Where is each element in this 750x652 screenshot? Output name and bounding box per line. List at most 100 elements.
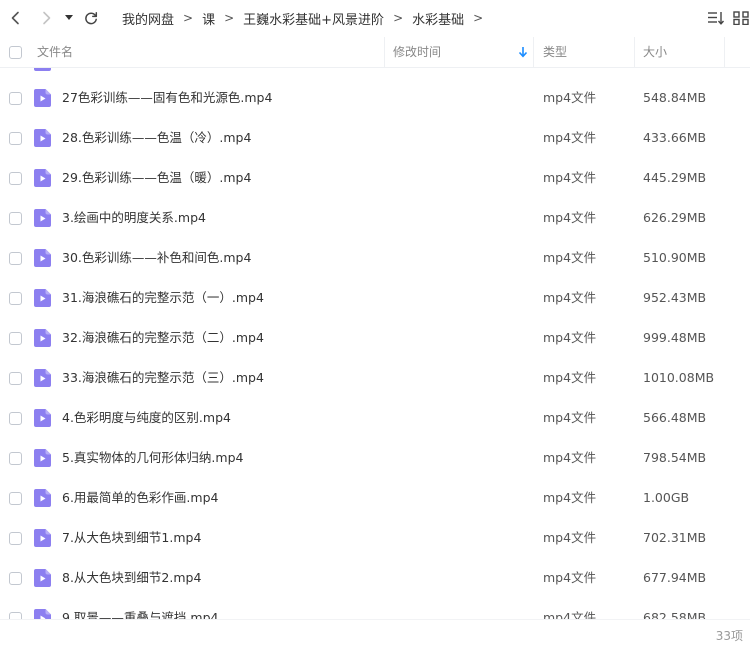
column-header-size[interactable]: 大小 [643, 37, 667, 67]
breadcrumb-separator: > [473, 11, 484, 25]
breadcrumb-item-root[interactable]: 我的网盘 [122, 9, 174, 28]
row-checkbox[interactable] [9, 492, 22, 505]
column-header-name[interactable]: 文件名 [37, 37, 73, 67]
file-type: mp4文件 [543, 130, 597, 145]
status-bar: 33项 [0, 619, 750, 650]
file-size: 548.84MB [643, 90, 707, 105]
table-row[interactable]: 9.取景——重叠与遮挡.mp4 mp4文件 682.58MB [0, 598, 750, 619]
file-name: 3.绘画中的明度关系.mp4 [62, 210, 206, 225]
file-size: 1.00GB [643, 490, 690, 505]
refresh-button[interactable] [80, 7, 102, 29]
table-row[interactable]: 28.色彩训练——色温（冷）.mp4 mp4文件 433.66MB [0, 118, 750, 158]
table-row[interactable]: 31.海浪礁石的完整示范（一）.mp4 mp4文件 952.43MB [0, 278, 750, 318]
video-file-icon [34, 529, 51, 547]
file-name: 28.色彩训练——色温（冷）.mp4 [62, 130, 252, 145]
file-type: mp4文件 [543, 410, 597, 425]
table-row[interactable]: 27色彩训练——固有色和光源色.mp4 mp4文件 548.84MB [0, 78, 750, 118]
grid-view-icon [733, 11, 749, 25]
chevron-left-icon [11, 11, 19, 25]
row-checkbox[interactable] [9, 292, 22, 305]
select-all-checkbox[interactable] [9, 46, 22, 59]
file-type: mp4文件 [543, 610, 597, 619]
column-divider[interactable] [634, 37, 635, 67]
table-row[interactable]: 30.色彩训练——补色和间色.mp4 mp4文件 510.90MB [0, 238, 750, 278]
sort-descending-icon[interactable] [517, 46, 529, 58]
row-checkbox[interactable] [9, 92, 22, 105]
file-type: mp4文件 [543, 290, 597, 305]
forward-button[interactable] [35, 7, 57, 29]
table-row[interactable]: 5.真实物体的几何形体归纳.mp4 mp4文件 798.54MB [0, 438, 750, 478]
file-name: 30.色彩训练——补色和间色.mp4 [62, 250, 252, 265]
video-file-icon [34, 169, 51, 187]
grid-view-button[interactable] [733, 8, 750, 28]
file-type: mp4文件 [543, 90, 597, 105]
file-name: 7.从大色块到细节1.mp4 [62, 530, 202, 545]
sort-toggle-button[interactable] [706, 8, 726, 28]
file-name: 4.色彩明度与纯度的区别.mp4 [62, 410, 231, 425]
file-name: 32.海浪礁石的完整示范（二）.mp4 [62, 330, 264, 345]
row-checkbox[interactable] [9, 132, 22, 145]
table-row[interactable]: 6.用最简单的色彩作画.mp4 mp4文件 1.00GB [0, 478, 750, 518]
history-dropdown-button[interactable] [59, 7, 79, 29]
video-file-icon [34, 609, 51, 619]
file-name: 6.用最简单的色彩作画.mp4 [62, 490, 219, 505]
row-checkbox[interactable] [9, 612, 22, 619]
file-type: mp4文件 [543, 530, 597, 545]
table-row[interactable]: 7.从大色块到细节1.mp4 mp4文件 702.31MB [0, 518, 750, 558]
video-file-icon [34, 409, 51, 427]
column-divider[interactable] [384, 37, 385, 67]
column-header-modified[interactable]: 修改时间 [393, 37, 441, 67]
video-file-icon [34, 489, 51, 507]
table-row[interactable]: 29.色彩训练——色温（暖）.mp4 mp4文件 445.29MB [0, 158, 750, 198]
file-size: 952.43MB [643, 290, 707, 305]
table-row[interactable]: 32.海浪礁石的完整示范（二）.mp4 mp4文件 999.48MB [0, 318, 750, 358]
row-checkbox[interactable] [9, 172, 22, 185]
video-file-icon [34, 329, 51, 347]
row-checkbox[interactable] [9, 212, 22, 225]
breadcrumb-item-current[interactable]: 水彩基础 [412, 9, 464, 28]
video-file-icon [34, 449, 51, 467]
column-header-type[interactable]: 类型 [543, 37, 567, 67]
file-size: 677.94MB [643, 570, 707, 585]
breadcrumb-item-series[interactable]: 王巍水彩基础+风景进阶 [243, 9, 384, 28]
file-name: 8.从大色块到细节2.mp4 [62, 570, 202, 585]
column-divider[interactable] [533, 37, 534, 67]
file-type: mp4文件 [543, 250, 597, 265]
caret-down-icon [65, 15, 73, 20]
video-file-icon [34, 89, 51, 107]
column-divider[interactable] [724, 37, 725, 67]
row-checkbox[interactable] [9, 452, 22, 465]
row-checkbox[interactable] [9, 372, 22, 385]
row-checkbox[interactable] [9, 412, 22, 425]
breadcrumb-separator: > [393, 11, 404, 25]
row-checkbox[interactable] [9, 572, 22, 585]
video-file-icon [34, 209, 51, 227]
file-type: mp4文件 [543, 210, 597, 225]
table-row[interactable]: 3.绘画中的明度关系.mp4 mp4文件 626.29MB [0, 198, 750, 238]
row-checkbox[interactable] [9, 252, 22, 265]
table-row[interactable]: 33.海浪礁石的完整示范（三）.mp4 mp4文件 1010.08MB [0, 358, 750, 398]
file-type: mp4文件 [543, 570, 597, 585]
file-icon-partial [34, 68, 51, 71]
chevron-right-icon [43, 11, 51, 25]
breadcrumb-item-course[interactable]: 课 [202, 9, 215, 28]
row-checkbox[interactable] [9, 532, 22, 545]
file-size: 1010.08MB [643, 370, 715, 385]
file-type: mp4文件 [543, 370, 597, 385]
back-button[interactable] [5, 7, 27, 29]
file-type: mp4文件 [543, 490, 597, 505]
file-type: mp4文件 [543, 330, 597, 345]
file-name: 27色彩训练——固有色和光源色.mp4 [62, 90, 273, 105]
breadcrumb: 我的网盘 > 课 > 王巍水彩基础+风景进阶 > 水彩基础 > [122, 0, 492, 36]
video-file-icon [34, 249, 51, 267]
refresh-icon [85, 12, 98, 25]
file-size: 999.48MB [643, 330, 707, 345]
file-size: 566.48MB [643, 410, 707, 425]
video-file-icon [34, 289, 51, 307]
table-row[interactable]: 8.从大色块到细节2.mp4 mp4文件 677.94MB [0, 558, 750, 598]
table-row[interactable]: 4.色彩明度与纯度的区别.mp4 mp4文件 566.48MB [0, 398, 750, 438]
video-file-icon [34, 569, 51, 587]
file-name: 5.真实物体的几何形体归纳.mp4 [62, 450, 244, 465]
row-checkbox[interactable] [9, 332, 22, 345]
file-size: 798.54MB [643, 450, 707, 465]
